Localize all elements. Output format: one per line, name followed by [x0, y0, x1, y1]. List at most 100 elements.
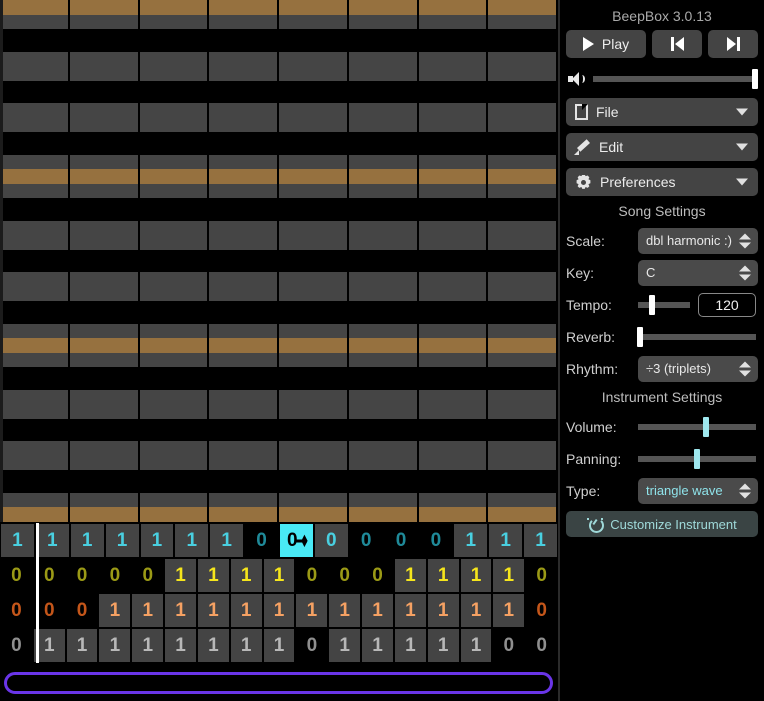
note-cell[interactable] — [139, 220, 210, 236]
note-cell[interactable] — [348, 272, 419, 287]
note-row[interactable] — [0, 183, 558, 199]
note-cell[interactable] — [488, 14, 558, 30]
prev-bar-button[interactable] — [652, 30, 702, 58]
note-cell[interactable] — [209, 220, 279, 236]
note-cell[interactable] — [139, 418, 210, 442]
pattern-cell[interactable]: 1 — [69, 523, 105, 558]
loop-range-bar[interactable] — [4, 672, 553, 694]
note-row[interactable] — [0, 169, 558, 184]
note-cell[interactable] — [279, 301, 349, 324]
note-row[interactable] — [0, 198, 558, 221]
customize-instrument-button[interactable]: Customize Instrument — [566, 511, 758, 537]
note-cell[interactable] — [0, 117, 70, 133]
pattern-cell[interactable]: 0 — [65, 593, 99, 628]
note-cell[interactable] — [418, 323, 489, 339]
note-cell[interactable] — [279, 367, 349, 390]
note-cell[interactable] — [418, 0, 489, 15]
preferences-menu-button[interactable]: Preferences — [566, 168, 758, 196]
note-cell[interactable] — [139, 51, 210, 67]
pattern-cell[interactable]: 1 — [196, 628, 230, 663]
note-cell[interactable] — [488, 323, 558, 339]
note-cell[interactable] — [418, 51, 489, 67]
pattern-cell-selected[interactable]: 0 ▲ ▼ — [279, 523, 314, 558]
rhythm-select[interactable]: ÷3 (triplets) — [638, 355, 758, 382]
note-row[interactable] — [0, 323, 558, 339]
pattern-cell[interactable]: 1 — [426, 593, 460, 628]
pattern-cell[interactable]: 1 — [104, 523, 140, 558]
note-cell[interactable] — [209, 235, 279, 250]
note-cell[interactable] — [348, 235, 419, 250]
note-cell[interactable] — [0, 301, 70, 324]
note-cell[interactable] — [139, 352, 210, 368]
note-cell[interactable] — [209, 455, 279, 471]
master-volume-slider[interactable] — [593, 69, 758, 89]
note-cell[interactable] — [0, 0, 70, 15]
pattern-cell[interactable]: 1 — [164, 628, 197, 663]
note-cell[interactable] — [279, 272, 349, 287]
pattern-cell[interactable]: 0 — [131, 558, 165, 593]
note-cell[interactable] — [69, 286, 140, 302]
note-cell[interactable] — [488, 29, 558, 52]
note-cell[interactable] — [139, 235, 210, 250]
pattern-cell[interactable]: 1 — [262, 628, 296, 663]
note-cell[interactable] — [0, 507, 70, 522]
note-cell[interactable] — [0, 455, 70, 471]
note-cell[interactable] — [69, 132, 140, 155]
note-cell[interactable] — [348, 455, 419, 471]
note-cell[interactable] — [279, 441, 349, 456]
note-cell[interactable] — [209, 352, 279, 368]
pattern-cell[interactable]: 1 — [131, 628, 165, 663]
note-cell[interactable] — [69, 338, 140, 353]
note-cell[interactable] — [209, 441, 279, 456]
note-cell[interactable] — [139, 132, 210, 155]
note-cell[interactable] — [279, 29, 349, 52]
note-cell[interactable] — [139, 14, 210, 30]
note-cell[interactable] — [279, 132, 349, 155]
note-cell[interactable] — [209, 183, 279, 199]
instrument-volume-slider[interactable] — [638, 416, 756, 437]
note-cell[interactable] — [0, 367, 70, 390]
note-cell[interactable] — [418, 441, 489, 456]
note-cell[interactable] — [209, 470, 279, 493]
note-cell[interactable] — [348, 51, 419, 67]
pattern-cell[interactable]: 0 — [0, 628, 33, 663]
key-select[interactable]: C — [638, 259, 758, 286]
note-cell[interactable] — [139, 492, 210, 508]
note-cell[interactable] — [488, 455, 558, 471]
note-cell[interactable] — [279, 389, 349, 405]
note-row[interactable] — [0, 14, 558, 30]
pattern-cell[interactable]: 1 — [295, 593, 329, 628]
note-cell[interactable] — [348, 418, 419, 442]
note-cell[interactable] — [488, 0, 558, 15]
note-cell[interactable] — [139, 389, 210, 405]
note-row[interactable] — [0, 117, 558, 133]
note-cell[interactable] — [488, 154, 558, 170]
note-cell[interactable] — [418, 286, 489, 302]
note-cell[interactable] — [488, 198, 558, 221]
note-cell[interactable] — [209, 389, 279, 405]
note-cell[interactable] — [488, 470, 558, 493]
note-cell[interactable] — [139, 441, 210, 456]
note-cell[interactable] — [0, 154, 70, 170]
note-cell[interactable] — [279, 80, 349, 104]
note-cell[interactable] — [348, 389, 419, 405]
pattern-cell[interactable]: 0 — [244, 523, 279, 558]
note-cell[interactable] — [139, 272, 210, 287]
note-cell[interactable] — [139, 367, 210, 390]
note-cell[interactable] — [348, 404, 419, 419]
note-cell[interactable] — [348, 132, 419, 155]
pattern-cell[interactable]: 1 — [229, 558, 263, 593]
note-cell[interactable] — [69, 389, 140, 405]
note-cell[interactable] — [279, 404, 349, 419]
pattern-cell[interactable]: 1 — [98, 628, 132, 663]
note-cell[interactable] — [209, 404, 279, 419]
pattern-cell[interactable]: 1 — [139, 523, 175, 558]
pattern-cell[interactable]: 1 — [361, 593, 394, 628]
note-cell[interactable] — [418, 338, 489, 353]
note-cell[interactable] — [69, 51, 140, 67]
note-cell[interactable] — [69, 198, 140, 221]
note-cell[interactable] — [279, 183, 349, 199]
note-cell[interactable] — [418, 80, 489, 104]
note-row[interactable] — [0, 507, 558, 522]
note-cell[interactable] — [488, 117, 558, 133]
